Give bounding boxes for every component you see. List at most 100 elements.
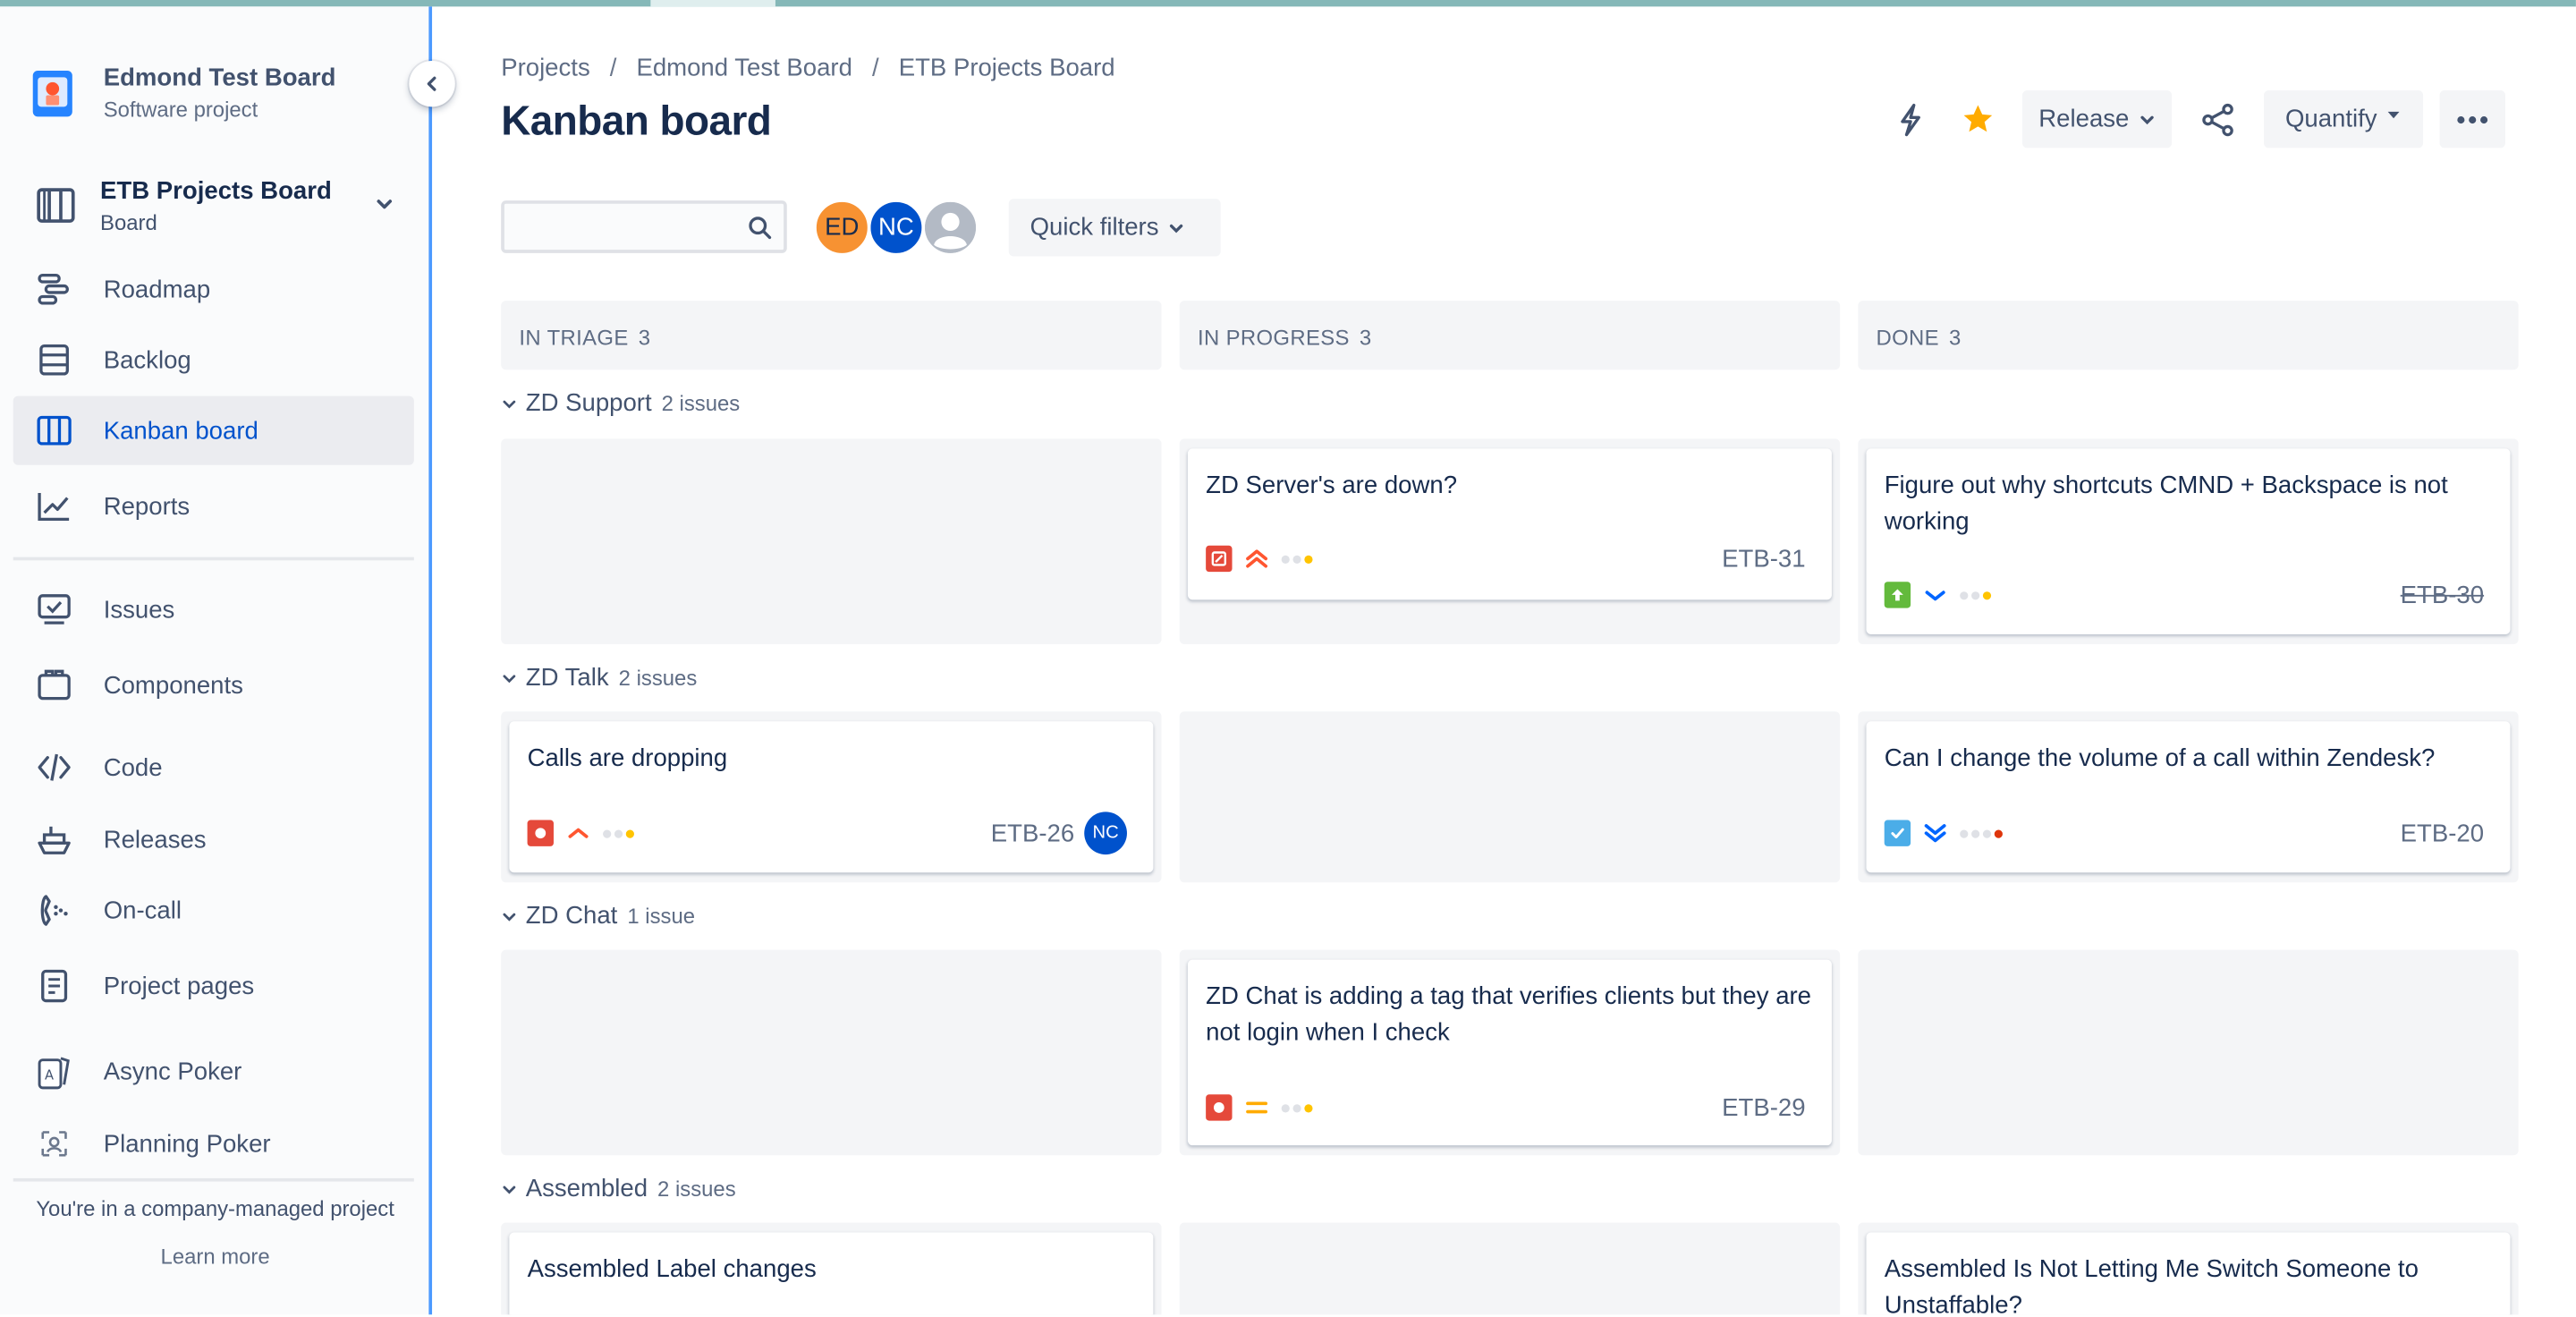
- sidebar-item-kanban-board[interactable]: Kanban board: [13, 395, 414, 465]
- column-header-done: DONE 3: [1858, 301, 2519, 370]
- board-search: [501, 200, 787, 253]
- backlog-icon: [36, 342, 72, 378]
- release-label: Release: [2038, 105, 2130, 133]
- sidebar-item-planning-poker[interactable]: Planning Poker: [13, 1109, 414, 1178]
- issue-key[interactable]: ETB-29: [1722, 1093, 1805, 1121]
- code-icon: [36, 750, 72, 786]
- chevron-down-icon: [1170, 223, 1183, 233]
- quick-filters-button[interactable]: Quick filters: [1008, 199, 1221, 257]
- issue-card-etb-30[interactable]: Figure out why shortcuts CMND + Backspac…: [1866, 448, 2511, 634]
- sidebar-item-roadmap[interactable]: Roadmap: [13, 255, 414, 324]
- assignee-avatar[interactable]: NC: [1084, 811, 1127, 855]
- issue-card-etb-29[interactable]: ZD Chat is adding a tag that verifies cl…: [1187, 959, 1832, 1146]
- column-header-in-triage: IN TRIAGE 3: [501, 301, 1162, 370]
- collapse-sidebar-button[interactable]: [409, 60, 455, 107]
- issue-key[interactable]: ETB-20: [2401, 820, 2484, 847]
- star-button[interactable]: [1957, 98, 2000, 141]
- avatar-filter-nc[interactable]: NC: [867, 199, 926, 257]
- issue-key[interactable]: ETB-26: [991, 820, 1074, 847]
- company-managed-notice: You're in a company-managed project: [36, 1196, 394, 1221]
- share-button[interactable]: [2197, 98, 2240, 141]
- avatar-initials: NC: [878, 213, 914, 242]
- board-cell: Calls are dropping ETB-26 NC: [501, 711, 1162, 883]
- more-actions-button[interactable]: [2439, 90, 2505, 149]
- avatar-filter-unassigned[interactable]: [921, 199, 979, 257]
- swimlane-header-zd-chat[interactable]: ZD Chat 1 issue: [501, 902, 695, 930]
- swimlane-header-zd-talk[interactable]: ZD Talk 2 issues: [501, 664, 697, 692]
- priority-highest-icon: [1243, 546, 1269, 572]
- swimlane-count: 1 issue: [627, 904, 696, 929]
- swimlane-header-assembled[interactable]: Assembled 2 issues: [501, 1175, 736, 1202]
- card-summary: ZD Server's are down?: [1206, 472, 1458, 500]
- sidebar-item-label: Releases: [103, 825, 207, 854]
- release-button[interactable]: Release: [2021, 90, 2173, 149]
- swimlane-name: ZD Talk: [525, 664, 609, 692]
- breadcrumb-projects[interactable]: Projects: [501, 55, 590, 82]
- chart-line-icon: [36, 488, 72, 523]
- board-cell: Assembled Is Not Letting Me Switch Someo…: [1858, 1222, 2519, 1315]
- issue-key[interactable]: ETB-31: [1722, 545, 1805, 573]
- board-selector[interactable]: ETB Projects Board Board: [13, 165, 414, 247]
- caret-down-icon: [2387, 110, 2400, 118]
- swimlane-header-zd-support[interactable]: ZD Support 2 issues: [501, 389, 740, 418]
- breadcrumb: Projects / Edmond Test Board / ETB Proje…: [501, 55, 1114, 82]
- issue-card-etb-26[interactable]: Calls are dropping ETB-26 NC: [509, 721, 1154, 873]
- board-name: ETB Projects Board: [100, 177, 332, 206]
- sidebar-resize-handle[interactable]: [428, 6, 433, 1315]
- bug-type-icon: [1206, 1094, 1233, 1121]
- sidebar-item-label: Roadmap: [103, 275, 211, 303]
- star-icon: [1963, 105, 1993, 132]
- chevron-down-icon: [501, 908, 517, 924]
- priority-high-icon: [565, 820, 591, 846]
- issue-card-assembled-unstaffable[interactable]: Assembled Is Not Letting Me Switch Someo…: [1866, 1232, 2511, 1315]
- board-cell: Figure out why shortcuts CMND + Backspac…: [1858, 438, 2519, 644]
- sidebar-item-async-poker[interactable]: A Async Poker: [13, 1037, 414, 1106]
- project-avatar: [32, 70, 72, 117]
- sidebar-item-on-call[interactable]: On-call: [13, 876, 414, 945]
- sidebar-footer-divider: [13, 1177, 414, 1182]
- breadcrumb-board[interactable]: ETB Projects Board: [899, 55, 1115, 82]
- project-name: Edmond Test Board: [103, 64, 336, 92]
- issue-card-etb-31[interactable]: ZD Server's are down? ETB-31: [1187, 448, 1832, 600]
- board-cell: ZD Server's are down? ETB-31: [1179, 438, 1841, 644]
- issue-key[interactable]: ETB-30: [2401, 581, 2484, 608]
- planning-poker-icon: [36, 1126, 72, 1161]
- priority-lowest-icon: [1922, 820, 1948, 846]
- lightning-icon: [1901, 103, 1920, 137]
- page-title: Kanban board: [501, 98, 772, 145]
- column-count: 3: [1359, 325, 1372, 351]
- sidebar-item-project-pages[interactable]: Project pages: [13, 951, 414, 1020]
- incident-type-icon: [1206, 545, 1233, 573]
- swimlane-name: ZD Support: [525, 389, 652, 418]
- sidebar-item-releases[interactable]: Releases: [13, 805, 414, 874]
- sidebar-item-label: Kanban board: [103, 416, 258, 445]
- board-cell: [1179, 711, 1841, 883]
- column-header-in-progress: IN PROGRESS 3: [1179, 301, 1841, 370]
- card-summary: Assembled Is Not Letting Me Switch Someo…: [1884, 1255, 2419, 1315]
- sidebar-item-reports[interactable]: Reports: [13, 472, 414, 540]
- learn-more-link[interactable]: Learn more: [0, 1244, 430, 1269]
- svg-text:A: A: [45, 1068, 54, 1083]
- automation-button[interactable]: [1889, 98, 1932, 141]
- avatar-filter-ed[interactable]: ED: [813, 199, 871, 257]
- column-name: DONE: [1876, 325, 1939, 351]
- components-icon: [36, 667, 72, 703]
- page-icon: [36, 968, 72, 1004]
- cards-icon: A: [36, 1053, 72, 1090]
- breadcrumb-project[interactable]: Edmond Test Board: [636, 55, 852, 82]
- issue-card-assembled-label[interactable]: Assembled Label changes: [509, 1232, 1154, 1315]
- chevron-down-icon: [501, 669, 517, 685]
- search-input[interactable]: [513, 211, 738, 242]
- sidebar-item-label: Async Poker: [103, 1057, 242, 1086]
- sidebar-item-code[interactable]: Code: [13, 733, 414, 802]
- quantify-button[interactable]: Quantify: [2263, 90, 2424, 149]
- improvement-type-icon: [1884, 582, 1911, 608]
- card-summary: Assembled Label changes: [527, 1255, 817, 1284]
- sidebar-item-components[interactable]: Components: [13, 650, 414, 719]
- quantify-label: Quantify: [2284, 105, 2377, 133]
- chevron-down-icon: [501, 395, 517, 412]
- issue-card-etb-20[interactable]: Can I change the volume of a call within…: [1866, 721, 2511, 873]
- sidebar-item-backlog[interactable]: Backlog: [13, 326, 414, 395]
- sidebar-item-issues[interactable]: Issues: [13, 575, 414, 644]
- card-summary: ZD Chat is adding a tag that verifies cl…: [1206, 982, 1812, 1047]
